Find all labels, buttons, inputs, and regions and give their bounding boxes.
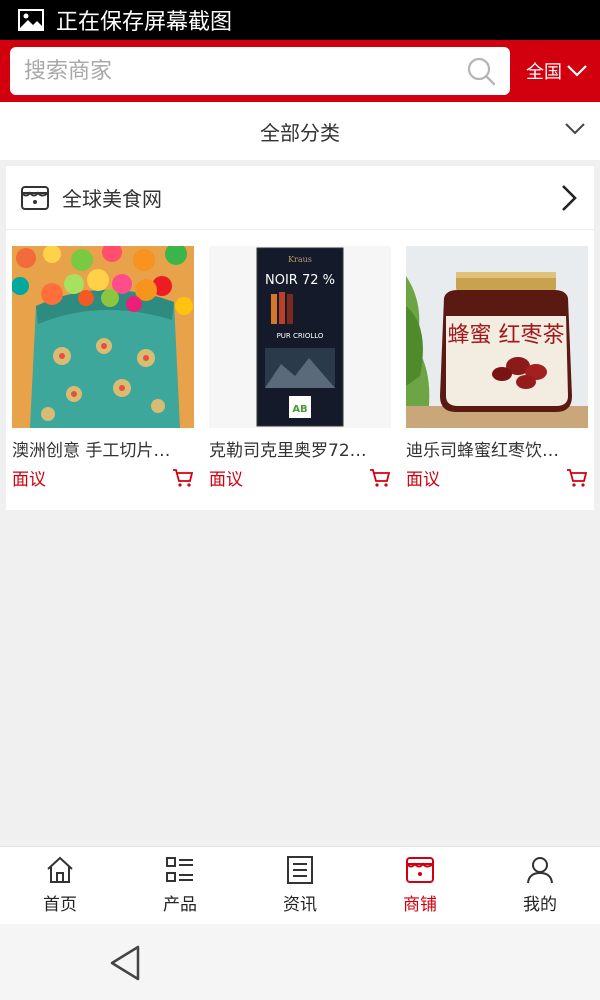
- shop-header[interactable]: 全球美食网: [6, 166, 594, 230]
- home-icon: [47, 856, 73, 883]
- region-selector[interactable]: 全国: [526, 58, 588, 84]
- cart-icon[interactable]: [172, 468, 194, 488]
- shop-name: 全球美食网: [62, 187, 162, 211]
- product-name[interactable]: 克勒司克里奥罗72…: [209, 436, 391, 461]
- cart-icon[interactable]: [566, 468, 588, 488]
- chocolate-line: PUR CRIOLLO: [277, 332, 324, 340]
- nav-home[interactable]: 首页: [0, 847, 120, 924]
- chevron-down-icon: [565, 123, 585, 135]
- product-card[interactable]: Kraus NOIR 72 % PUR CRIOLLO AB 克勒司克里奥罗72…: [209, 246, 391, 490]
- search-input[interactable]: [24, 58, 444, 84]
- product-name[interactable]: 迪乐司蜂蜜红枣饮…: [406, 436, 588, 461]
- product-image-jar[interactable]: 蜂蜜 红枣茶: [406, 246, 588, 428]
- chocolate-brand: NOIR 72 %: [265, 273, 335, 288]
- nav-news[interactable]: 资讯: [240, 847, 360, 924]
- product-card[interactable]: 澳洲创意 手工切片… 面议: [12, 246, 194, 490]
- search-box[interactable]: [10, 47, 510, 95]
- bottom-nav: 首页 产品 资讯 商铺 我的: [0, 846, 600, 924]
- product-image-candy[interactable]: [12, 246, 194, 428]
- product-list: 澳洲创意 手工切片… 面议 Kraus NOIR 72 % PUR CRIOLL…: [12, 246, 588, 490]
- region-label: 全国: [526, 62, 562, 83]
- search-header: 全国: [0, 40, 600, 102]
- gallery-icon: [18, 9, 44, 31]
- nav-label: 商铺: [403, 895, 437, 915]
- user-icon: [527, 857, 553, 884]
- chevron-right-icon[interactable]: [558, 183, 580, 213]
- status-bar: 正在保存屏幕截图: [0, 0, 600, 40]
- svg-text:Kraus: Kraus: [288, 255, 312, 264]
- store-icon: [406, 857, 434, 883]
- cart-icon[interactable]: [369, 468, 391, 488]
- system-nav-bar: [0, 924, 600, 1000]
- product-price: 面议: [12, 470, 46, 490]
- chevron-down-icon: [567, 65, 587, 77]
- nav-products[interactable]: 产品: [120, 847, 240, 924]
- product-price: 面议: [406, 470, 440, 490]
- nav-label: 资讯: [283, 895, 317, 915]
- status-text: 正在保存屏幕截图: [56, 10, 233, 35]
- svg-text:AB: AB: [292, 404, 307, 415]
- store-icon: [21, 185, 49, 210]
- list-icon: [166, 857, 193, 882]
- jar-label: 蜂蜜 红枣茶: [448, 323, 565, 348]
- nav-label: 首页: [43, 895, 77, 915]
- nav-label: 产品: [163, 895, 197, 915]
- product-card[interactable]: 蜂蜜 红枣茶 迪乐司蜂蜜红枣饮… 面议: [406, 246, 588, 490]
- product-image-chocolate[interactable]: Kraus NOIR 72 % PUR CRIOLLO AB: [209, 246, 391, 428]
- search-icon[interactable]: [466, 56, 496, 86]
- back-icon[interactable]: [108, 944, 142, 982]
- category-filter[interactable]: 全部分类: [0, 102, 600, 160]
- nav-shops[interactable]: 商铺: [360, 847, 480, 924]
- product-name[interactable]: 澳洲创意 手工切片…: [12, 436, 194, 461]
- news-icon: [287, 856, 313, 884]
- nav-mine[interactable]: 我的: [480, 847, 600, 924]
- category-label: 全部分类: [260, 120, 340, 145]
- product-price: 面议: [209, 470, 243, 490]
- nav-label: 我的: [523, 895, 557, 915]
- shop-card: 全球美食网 澳洲创意 手工切片… 面议 Kraus NOIR 72 % PUR …: [6, 166, 594, 510]
